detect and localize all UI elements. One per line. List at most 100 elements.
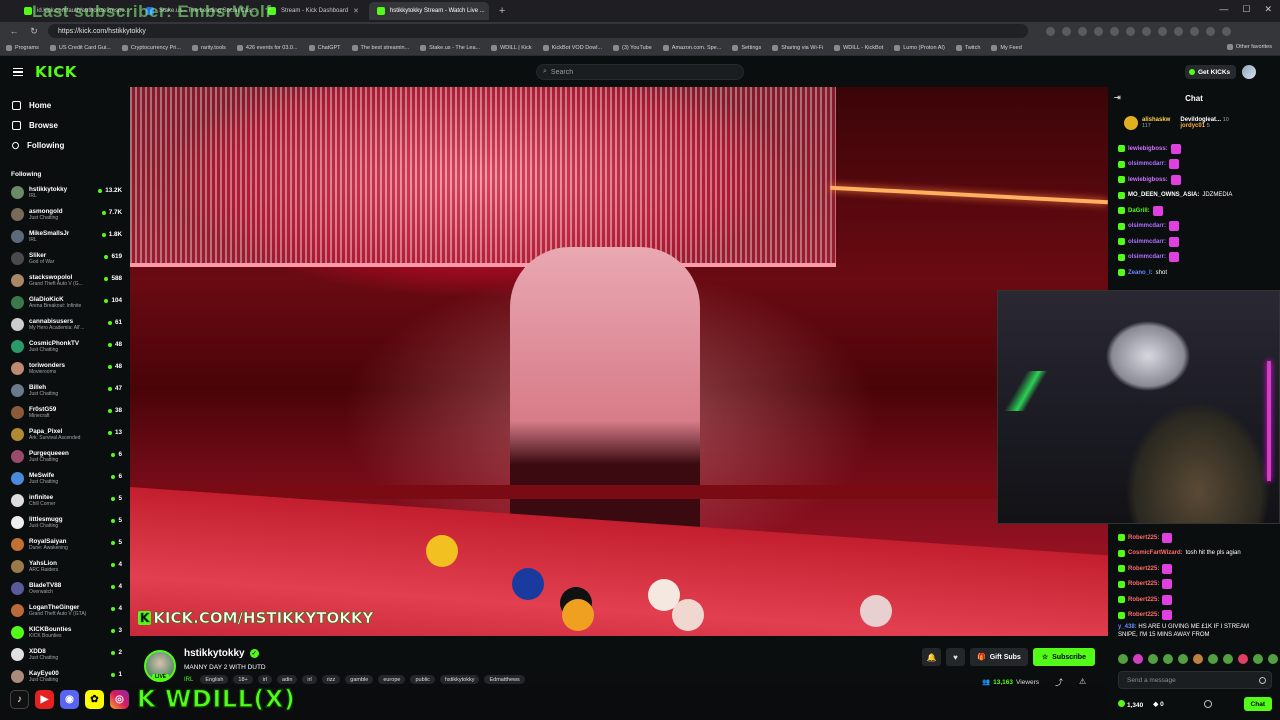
extension-icon[interactable]: [1094, 26, 1103, 36]
bookmark-item[interactable]: WDILL | Kick: [491, 44, 532, 51]
menu-icon[interactable]: [13, 67, 23, 77]
bookmark-item[interactable]: Settings: [732, 44, 761, 51]
extension-icon[interactable]: [1142, 26, 1151, 36]
stream-tag[interactable]: English: [200, 675, 229, 684]
followed-channel[interactable]: Purgequeeen Just Chatting 6: [0, 445, 130, 467]
emote-icon[interactable]: [1178, 654, 1188, 664]
extension-icon[interactable]: [1158, 26, 1167, 36]
browser-tab-active[interactable]: hstikkytokky Stream - Watch Live ...✕: [368, 2, 489, 20]
chat-message[interactable]: olsimmcdarr:: [1118, 234, 1280, 250]
chat-message[interactable]: olsimmcdarr:: [1118, 157, 1280, 173]
chat-message[interactable]: olsimmcdarr:: [1118, 219, 1280, 235]
bookmark-item[interactable]: WDILL - KickBot: [834, 44, 883, 51]
emote-icon[interactable]: [1253, 654, 1263, 664]
extension-icon[interactable]: [1206, 26, 1215, 36]
followed-channel[interactable]: infinitee Chill Corner 5: [0, 489, 130, 511]
minimize-icon[interactable]: —: [1219, 4, 1228, 15]
emote-icon[interactable]: [1208, 654, 1218, 664]
stream-tag[interactable]: gamble: [345, 675, 374, 684]
chat-username[interactable]: CosmicFartWizard:: [1128, 550, 1183, 556]
chat-username[interactable]: lewiebigboss:: [1128, 146, 1168, 152]
sidebar-item-following[interactable]: Following: [0, 135, 130, 155]
video-player[interactable]: K KICK.COM/HSTIKKYTOKKY: [130, 87, 1108, 636]
emoji-icon[interactable]: [1259, 676, 1266, 684]
extension-icon[interactable]: [1222, 26, 1231, 36]
followed-channel[interactable]: MikeSmallsJr IRL 1.8K: [0, 225, 130, 247]
chat-input-box[interactable]: [1118, 671, 1272, 689]
share-icon[interactable]: ⤴: [1055, 677, 1063, 688]
subscribe-button[interactable]: ☆ Subscribe: [1032, 648, 1095, 666]
chat-username[interactable]: olsimmcdarr:: [1128, 161, 1166, 167]
maximize-icon[interactable]: ☐: [1242, 4, 1250, 15]
chat-username[interactable]: Robert225:: [1128, 566, 1159, 572]
bookmark-item[interactable]: rarity.tools: [191, 44, 226, 51]
followed-channel[interactable]: toriwonders Movierooms 48: [0, 357, 130, 379]
emote-icon[interactable]: [1118, 654, 1128, 664]
followed-channel[interactable]: Sliker God of War 619: [0, 247, 130, 269]
followed-channel[interactable]: Billeh Just Chatting 47: [0, 379, 130, 401]
followed-channel[interactable]: XDD8 Just Chatting 2: [0, 643, 130, 665]
notification-bell-icon[interactable]: 🔔: [922, 648, 941, 666]
stream-tag[interactable]: irl: [302, 675, 317, 684]
chat-username[interactable]: Zeano_l:: [1128, 270, 1153, 276]
sidebar-item-home[interactable]: Home: [0, 95, 130, 115]
refresh-icon[interactable]: ↻: [28, 26, 40, 37]
chat-message[interactable]: Zeano_l: shot: [1118, 265, 1280, 281]
bookmark-item[interactable]: Stake.us - The Lea...: [420, 44, 480, 51]
leaderboard-entry[interactable]: Devildogleat... 10 jordyc01 5: [1180, 117, 1228, 129]
followed-channel[interactable]: BladeTV88 Overwatch 4: [0, 577, 130, 599]
chat-message[interactable]: MO_DEEN_OWNS_ASIA: JDZMEDIA: [1118, 188, 1280, 204]
followed-channel[interactable]: CosmicPhonkTV Just Chatting 48: [0, 335, 130, 357]
followed-channel[interactable]: LoganTheGinger Grand Theft Auto V (GTA) 4: [0, 599, 130, 621]
browser-tab[interactable]: Stream - Kick Dashboard ✕: [260, 2, 367, 20]
close-icon[interactable]: ✕: [353, 7, 359, 15]
chat-message[interactable]: CosmicFartWizard: tosh hit the pls agian: [1118, 546, 1268, 562]
bookmark-item[interactable]: 426 events for 03.0...: [236, 44, 298, 51]
followed-channel[interactable]: YahsLion ARC Raiders 4: [0, 555, 130, 577]
chat-message[interactable]: olsimmcdarr:: [1118, 250, 1280, 266]
chat-username[interactable]: Robert225:: [1128, 597, 1159, 603]
bookmark-item[interactable]: Lumo (Proton AI): [894, 44, 945, 51]
browser-tab[interactable]: id.kick.com/auth/authorize?respo...✕: [16, 2, 136, 20]
bookmark-item[interactable]: KickBot VOD Dowl...: [542, 44, 602, 51]
chat-input[interactable]: [1127, 676, 1252, 684]
chat-message[interactable]: Robert225:: [1118, 608, 1268, 624]
channel-points[interactable]: 1,340: [1118, 699, 1143, 709]
extension-icon[interactable]: [1110, 26, 1119, 36]
bookmark-item[interactable]: ChatGPT: [308, 44, 341, 51]
chat-username[interactable]: Robert225:: [1128, 612, 1159, 618]
sidebar-item-browse[interactable]: Browse: [0, 115, 130, 135]
chat-message[interactable]: y_438: HS ARE U GIVING ME £1K IF I STREA…: [1118, 623, 1268, 639]
followed-channel[interactable]: RoyalSaiyan Dune: Awakening 5: [0, 533, 130, 555]
close-window-icon[interactable]: ✕: [1264, 4, 1272, 15]
extension-icon[interactable]: [1046, 26, 1055, 36]
bookmark-item[interactable]: Twitch: [955, 44, 980, 51]
bookmark-item[interactable]: My Feed: [991, 44, 1022, 51]
stream-tag[interactable]: adin: [277, 675, 298, 684]
points-secondary[interactable]: ◆ 0: [1153, 700, 1163, 708]
chat-message[interactable]: Robert225:: [1118, 577, 1268, 593]
chat-message[interactable]: DaGrill:: [1118, 203, 1280, 219]
bookmark-item[interactable]: The best streamin...: [351, 44, 409, 51]
other-favorites[interactable]: Other favorites: [1226, 44, 1272, 50]
stream-tag[interactable]: hstikkytokky: [439, 675, 480, 684]
extension-icon[interactable]: [1062, 26, 1071, 36]
emote-icon[interactable]: [1238, 654, 1248, 664]
back-icon[interactable]: ←: [8, 26, 20, 36]
chat-username[interactable]: olsimmcdarr:: [1128, 254, 1166, 260]
emote-icon[interactable]: [1223, 654, 1233, 664]
followed-channel[interactable]: Papa_Pixel Ark: Survival Ascended 13: [0, 423, 130, 445]
stream-tag[interactable]: irl: [257, 675, 273, 684]
search-box[interactable]: ⌕: [536, 64, 744, 80]
emote-icon[interactable]: [1148, 654, 1158, 664]
stream-tag[interactable]: rizz: [321, 675, 341, 684]
bookmark-item[interactable]: (3) YouTube: [613, 44, 652, 51]
followed-channel[interactable]: stackswopolol Grand Theft Auto V (G... 588: [0, 269, 130, 291]
stream-tag[interactable]: 18+: [233, 675, 253, 684]
emote-icon[interactable]: [1268, 654, 1278, 664]
followed-channel[interactable]: Fr0stG59 Minecraft 38: [0, 401, 130, 423]
followed-channel[interactable]: cannabisusers My Hero Academia: All'... 61: [0, 313, 130, 335]
followed-channel[interactable]: asmongold Just Chatting 7.7K: [0, 203, 130, 225]
url-field[interactable]: https://kick.com/hstikkytokky: [48, 24, 1028, 38]
send-chat-button[interactable]: Chat: [1243, 697, 1272, 711]
